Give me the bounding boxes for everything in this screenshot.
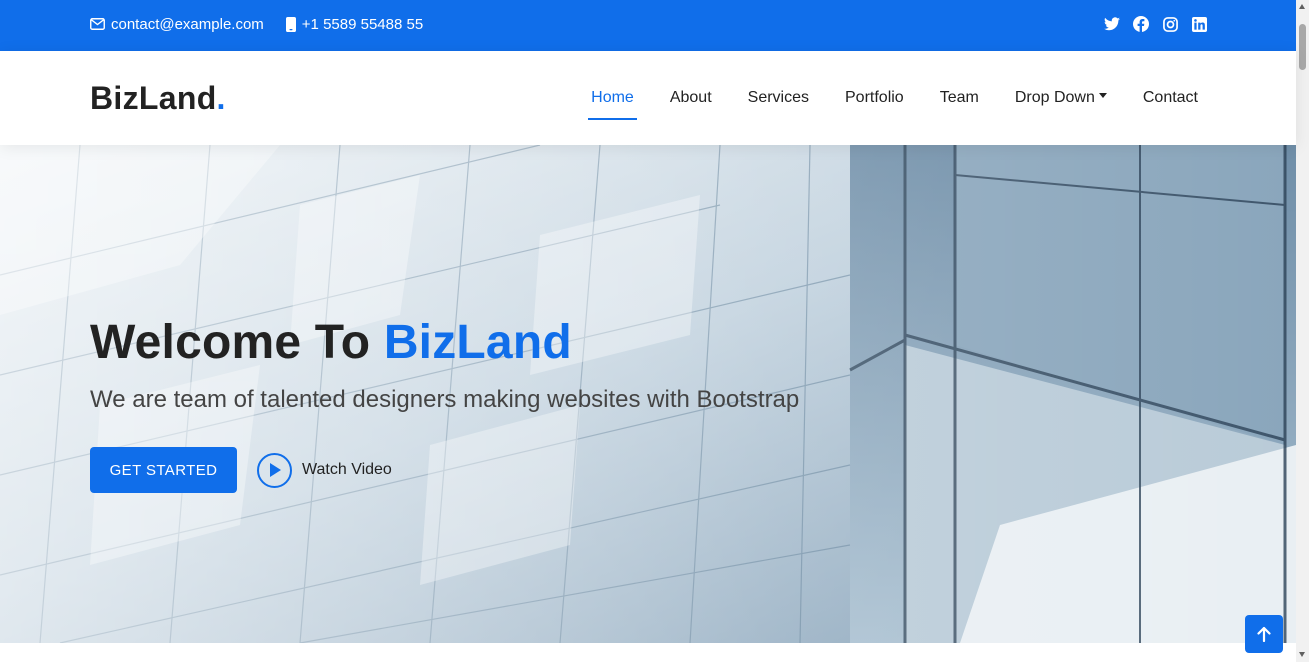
hero-content: Welcome To BizLand We are team of talent…	[90, 315, 800, 493]
phone-text: +1 5589 55488 55	[301, 15, 424, 33]
twitter-icon[interactable]	[1103, 15, 1121, 33]
main-nav: Home About Services Portfolio Team Drop …	[555, 51, 1198, 145]
nav-team[interactable]: Team	[940, 51, 979, 145]
nav-about[interactable]: About	[670, 51, 712, 145]
email-text: contact@example.com	[111, 15, 264, 33]
hero-title-brand: BizLand	[383, 316, 572, 369]
nav-dropdown[interactable]: Drop Down	[1015, 51, 1107, 145]
email-link[interactable]: contact@example.com	[90, 16, 264, 33]
page-below-hero	[0, 643, 1296, 662]
hero-title-prefix: Welcome To	[90, 316, 384, 369]
topbar-contact: contact@example.com +1 5589 55488 55	[90, 0, 445, 48]
hero-actions: GET STARTED Watch Video	[90, 447, 392, 493]
phone-icon	[285, 16, 296, 32]
scrollbar-thumb[interactable]	[1299, 24, 1306, 70]
phone-link[interactable]: +1 5589 55488 55	[285, 15, 424, 33]
envelope-icon	[90, 18, 105, 30]
hero-title: Welcome To BizLand	[90, 315, 799, 370]
get-started-button[interactable]: GET STARTED	[90, 447, 237, 493]
instagram-icon[interactable]	[1161, 15, 1179, 33]
nav-portfolio[interactable]: Portfolio	[845, 51, 904, 145]
nav-contact[interactable]: Contact	[1143, 51, 1198, 145]
scroll-down-arrow-icon[interactable]	[1299, 652, 1305, 657]
arrow-up-icon	[1257, 626, 1271, 642]
logo-text: BizLand	[90, 80, 217, 116]
watch-video-link[interactable]: Watch Video	[257, 452, 392, 488]
caret-down-icon	[1098, 92, 1107, 98]
logo-dot: .	[216, 80, 226, 116]
linkedin-icon[interactable]	[1190, 15, 1208, 33]
top-bar: contact@example.com +1 5589 55488 55	[0, 0, 1296, 51]
play-circle-icon	[257, 452, 292, 488]
facebook-icon[interactable]	[1132, 15, 1150, 33]
watch-video-label: Watch Video	[302, 461, 392, 478]
nav-dropdown-label: Drop Down	[1014, 89, 1095, 106]
back-to-top-button[interactable]	[1245, 615, 1283, 653]
nav-home[interactable]: Home	[588, 51, 637, 145]
hero-section: Welcome To BizLand We are team of talent…	[0, 145, 1296, 643]
page-scrollbar[interactable]	[1296, 0, 1309, 662]
site-header: BizLand. Home About Services Portfolio T…	[0, 51, 1296, 145]
scroll-up-arrow-icon[interactable]	[1299, 4, 1305, 9]
hero-subtitle: We are team of talented designers making…	[90, 386, 800, 413]
social-links	[1092, 0, 1208, 48]
nav-services[interactable]: Services	[748, 51, 809, 145]
site-logo[interactable]: BizLand.	[90, 80, 226, 117]
